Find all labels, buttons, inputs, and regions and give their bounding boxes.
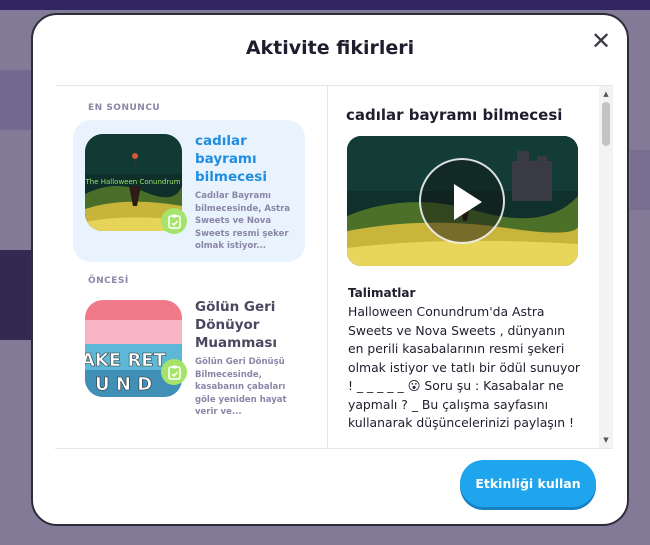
instructions-heading: Talimatlar: [348, 286, 416, 300]
activity-description: Gölün Geri Dönüşü Bilmecesinde, kasabanı…: [195, 357, 287, 417]
use-activity-button[interactable]: Etkinliği kullan: [460, 460, 596, 507]
activity-detail[interactable]: cadılar bayramı bilmecesi Talimatlar Hal…: [328, 86, 613, 448]
close-icon[interactable]: ✕: [589, 29, 613, 53]
play-icon[interactable]: [419, 158, 505, 244]
activity-list[interactable]: EN SONUNCU The Halloween Conundrum cadıl…: [55, 86, 328, 448]
instructions-text: Halloween Conundrum'da Astra Sweets ve N…: [348, 304, 581, 430]
thumbnail-caption: The Halloween Conundrum: [85, 178, 181, 186]
activity-ideas-modal: Aktivite fikirleri ✕ EN SONUNCU The Hall…: [31, 13, 629, 526]
clipboard-icon: [161, 208, 187, 234]
activity-title: Gölün Geri Dönüyor Muamması: [195, 299, 278, 351]
scrollbar[interactable]: ▲ ▼: [599, 86, 613, 448]
scrollbar-thumb[interactable]: [602, 102, 610, 146]
video-preview[interactable]: [347, 136, 578, 266]
scroll-up-icon[interactable]: ▲: [599, 88, 613, 100]
section-label-latest: EN SONUNCU: [88, 103, 161, 113]
activity-title: cadılar bayramı bilmecesi: [195, 133, 267, 185]
clipboard-icon: [161, 359, 187, 385]
section-label-previous: ÖNCESİ: [88, 276, 129, 286]
activity-description: Cadılar Bayramı bilmecesinde, Astra Swee…: [195, 191, 291, 251]
modal-title: Aktivite fikirleri: [245, 37, 415, 59]
activity-card[interactable]: The Halloween Conundrum cadılar bayramı …: [73, 120, 305, 262]
thumbnail-text: AKE RET: [85, 350, 167, 371]
thumbnail-text: U N D: [95, 374, 152, 395]
scroll-down-icon[interactable]: ▼: [599, 434, 613, 446]
activity-card[interactable]: AKE RET U N D Gölün Geri Dönüyor Muammas…: [73, 286, 305, 428]
detail-title: cadılar bayramı bilmecesi: [346, 106, 563, 124]
modal-content: EN SONUNCU The Halloween Conundrum cadıl…: [55, 85, 613, 449]
